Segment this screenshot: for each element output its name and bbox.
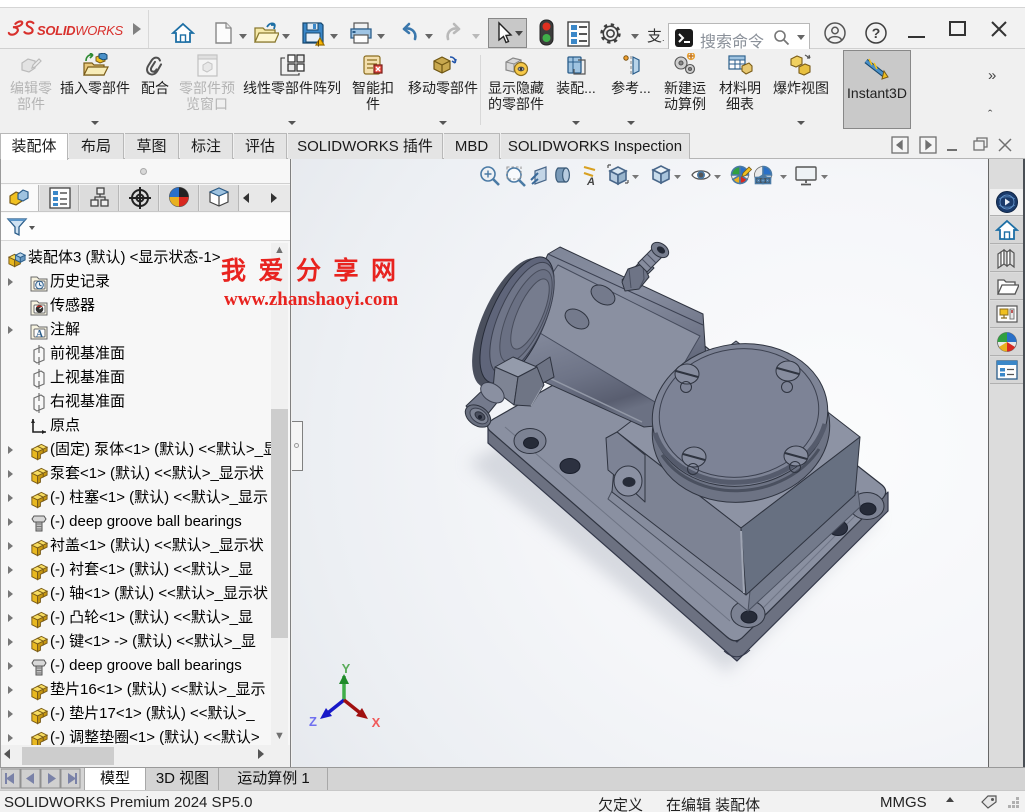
svg-text:?: ?	[872, 25, 881, 41]
svg-text:Y: Y	[342, 664, 351, 676]
svg-text:X: X	[372, 715, 381, 730]
svg-text:Z: Z	[309, 714, 317, 729]
svg-text:!: !	[317, 40, 320, 48]
svg-text:SOLIDWORKS: SOLIDWORKS	[37, 23, 123, 38]
svg-text:A: A	[36, 329, 44, 340]
